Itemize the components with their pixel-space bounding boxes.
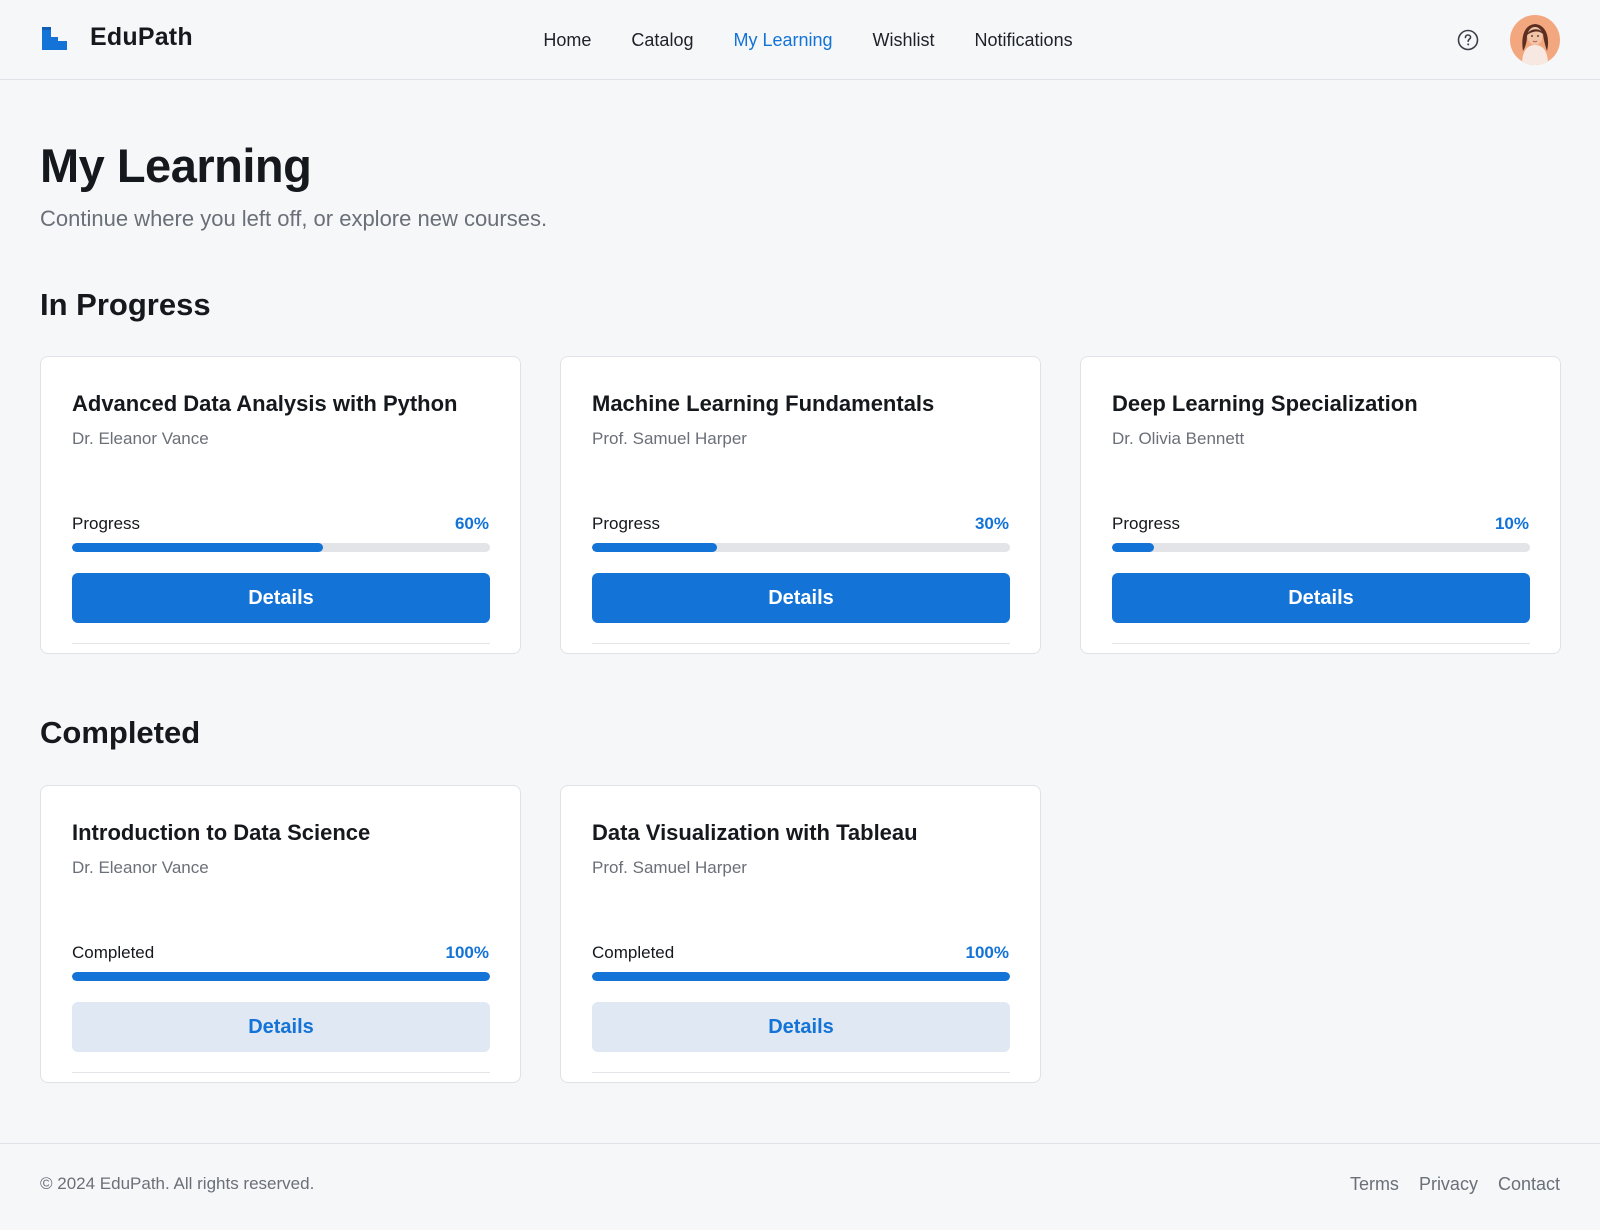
course-card: Data Visualization with Tableau Prof. Sa… [560, 785, 1041, 1083]
progress-bar [72, 543, 490, 552]
course-instructor: Prof. Samuel Harper [592, 429, 747, 448]
progress-bar [592, 972, 1010, 981]
progress-percentage: 60% [454, 514, 489, 533]
help-circle-icon[interactable] [1456, 28, 1480, 52]
in-progress-heading: In Progress [40, 287, 211, 322]
card-divider [592, 1072, 1010, 1073]
course-card: Deep Learning Specialization Dr. Olivia … [1080, 356, 1561, 654]
course-card: Machine Learning Fundamentals Prof. Samu… [560, 356, 1041, 654]
course-card: Introduction to Data Science Dr. Eleanor… [40, 785, 521, 1083]
course-instructor: Dr. Olivia Bennett [1112, 429, 1245, 448]
details-button[interactable]: Details [592, 1002, 1010, 1052]
course-title: Machine Learning Fundamentals [592, 391, 935, 416]
details-button[interactable]: Details [72, 1002, 490, 1052]
nav-item-catalog[interactable]: Catalog [631, 26, 693, 54]
progress-bar-fill [1112, 543, 1154, 552]
page-subtitle: Continue where you left off, or explore … [40, 206, 548, 231]
progress-bar-fill [72, 543, 323, 552]
progress-label: Progress [592, 514, 661, 533]
user-avatar[interactable] [1510, 15, 1560, 65]
nav-item-my-learning[interactable]: My Learning [733, 26, 832, 54]
nav-item-home[interactable]: Home [543, 26, 591, 54]
nav-item-notifications[interactable]: Notifications [975, 26, 1073, 54]
card-divider [72, 1072, 490, 1073]
card-divider [72, 643, 490, 644]
course-instructor: Dr. Eleanor Vance [72, 858, 209, 877]
course-instructor: Prof. Samuel Harper [592, 858, 747, 877]
footer-link-terms[interactable]: Terms [1350, 1174, 1399, 1195]
progress-label: Progress [1112, 514, 1181, 533]
completed-heading: Completed [40, 715, 201, 750]
nav-item-wishlist[interactable]: Wishlist [873, 26, 935, 54]
completed-label: Completed [72, 943, 155, 962]
footer-link-contact[interactable]: Contact [1498, 1174, 1560, 1195]
footer: © 2024 EduPath. All rights reserved. Ter… [0, 1143, 1600, 1230]
course-title: Deep Learning Specialization [1112, 391, 1418, 416]
course-title: Advanced Data Analysis with Python [72, 391, 458, 416]
progress-percentage: 100% [965, 943, 1009, 962]
footer-links: Terms Privacy Contact [1350, 1174, 1560, 1195]
progress-percentage: 100% [445, 943, 489, 962]
progress-label: Progress [72, 514, 141, 533]
details-button[interactable]: Details [72, 573, 490, 623]
progress-bar-fill [72, 972, 490, 981]
course-card: Advanced Data Analysis with Python Dr. E… [40, 356, 521, 654]
course-title: Data Visualization with Tableau [592, 820, 918, 845]
avatar-illustration [1510, 15, 1560, 65]
course-instructor: Dr. Eleanor Vance [72, 429, 209, 448]
main-nav: Home Catalog My Learning Wishlist Notifi… [0, 26, 1600, 54]
copyright-text: © 2024 EduPath. All rights reserved. [40, 1174, 315, 1193]
card-divider [1112, 643, 1530, 644]
card-divider [592, 643, 1010, 644]
completed-label: Completed [592, 943, 675, 962]
progress-bar [592, 543, 1010, 552]
progress-bar [1112, 543, 1530, 552]
top-navigation-bar: EduPath Home Catalog My Learning Wishlis… [0, 0, 1600, 80]
details-button[interactable]: Details [1112, 573, 1530, 623]
footer-link-privacy[interactable]: Privacy [1419, 1174, 1478, 1195]
progress-bar [72, 972, 490, 981]
progress-percentage: 10% [1494, 514, 1529, 533]
progress-bar-fill [592, 543, 718, 552]
progress-percentage: 30% [974, 514, 1009, 533]
course-title: Introduction to Data Science [72, 820, 371, 845]
details-button[interactable]: Details [592, 573, 1010, 623]
progress-bar-fill [592, 972, 1010, 981]
page-title: My Learning [40, 139, 312, 192]
